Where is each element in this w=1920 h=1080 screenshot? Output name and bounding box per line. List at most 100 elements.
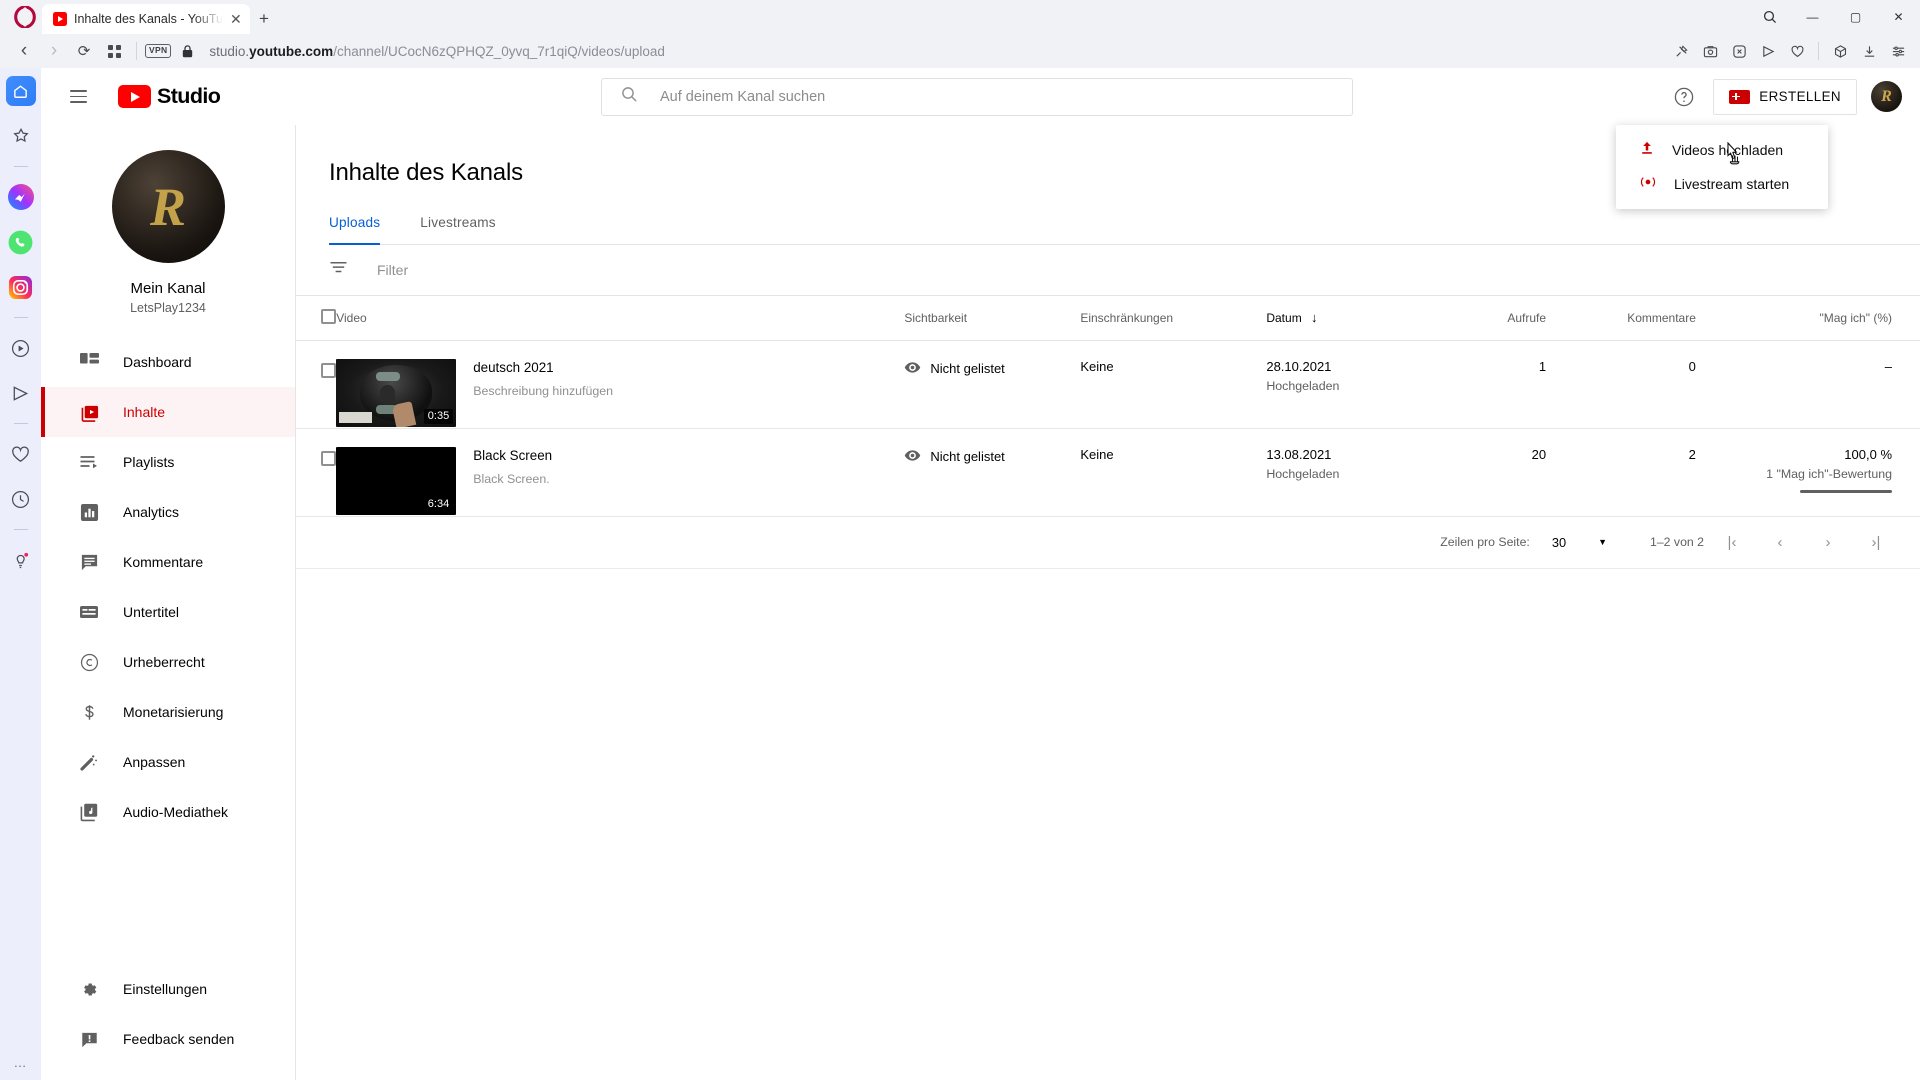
send-icon[interactable] bbox=[1754, 38, 1782, 64]
window-close-button[interactable]: ✕ bbox=[1877, 0, 1920, 34]
last-page-button[interactable]: ›| bbox=[1856, 522, 1896, 562]
tile-view-icon[interactable] bbox=[100, 38, 128, 64]
forward-icon[interactable]: › bbox=[40, 38, 68, 64]
tab-title: Inhalte des Kanals - YouTu bbox=[74, 12, 223, 26]
sidebar-item-label: Feedback senden bbox=[123, 1031, 235, 1047]
channel-handle: LetsPlay1234 bbox=[130, 301, 206, 315]
menu-item-upload-videos[interactable]: Videos hochladen bbox=[1616, 133, 1828, 167]
sidebar-item-playlists[interactable]: Playlists bbox=[41, 437, 295, 487]
help-icon[interactable] bbox=[1669, 82, 1699, 112]
menu-item-start-livestream[interactable]: Livestream starten bbox=[1616, 167, 1828, 201]
reload-icon[interactable]: ⟳ bbox=[70, 38, 98, 64]
create-button[interactable]: ERSTELLEN bbox=[1713, 78, 1857, 115]
sidebar-item-kommentare[interactable]: Kommentare bbox=[41, 537, 295, 587]
column-date[interactable]: Datum ↓ bbox=[1266, 296, 1443, 341]
channel-avatar[interactable]: R bbox=[111, 150, 225, 263]
first-page-button[interactable]: |‹ bbox=[1712, 522, 1752, 562]
chevron-down-icon[interactable]: ▼ bbox=[1598, 537, 1607, 547]
eye-icon bbox=[904, 359, 921, 379]
new-tab-button[interactable]: + bbox=[250, 4, 278, 34]
column-views[interactable]: Aufrufe bbox=[1442, 296, 1579, 341]
browser-tab[interactable]: Inhalte des Kanals - YouTu ✕ bbox=[42, 4, 250, 34]
back-icon[interactable]: ‹ bbox=[10, 38, 38, 64]
views-value: 20 bbox=[1531, 446, 1547, 462]
player-icon[interactable] bbox=[6, 333, 36, 363]
home-icon[interactable] bbox=[5, 76, 36, 106]
select-all-checkbox[interactable] bbox=[321, 308, 336, 324]
filter-placeholder[interactable]: Filter bbox=[377, 262, 408, 278]
maximize-button[interactable]: ▢ bbox=[1834, 0, 1877, 34]
heart-icon[interactable] bbox=[6, 439, 36, 469]
browser-search-icon[interactable] bbox=[1748, 0, 1791, 34]
comments-value: 0 bbox=[1688, 358, 1696, 374]
address-bar[interactable]: studio.youtube.com/channel/UCocN6zQPHQZ_… bbox=[203, 38, 1665, 64]
close-icon[interactable]: ✕ bbox=[230, 12, 242, 26]
sidebar-item-urheberrecht[interactable]: Urheberrecht bbox=[41, 637, 295, 687]
sidebar-item-feedback[interactable]: Feedback senden bbox=[41, 1014, 295, 1064]
copyright-icon bbox=[77, 650, 101, 674]
rows-per-page-value[interactable]: 30 bbox=[1552, 535, 1566, 550]
sidebar-item-inhalte[interactable]: Inhalte bbox=[41, 387, 295, 437]
sidebar-item-untertitel[interactable]: Untertitel bbox=[41, 587, 295, 637]
sidebar-item-audio-mediathek[interactable]: Audio-Mediathek bbox=[41, 787, 295, 837]
date-value: 13.08.2021 bbox=[1266, 446, 1332, 462]
divider bbox=[1818, 42, 1819, 60]
settings-lines-icon[interactable] bbox=[1884, 38, 1912, 64]
favorites-star-icon[interactable] bbox=[6, 121, 36, 151]
sidebar-item-label: Analytics bbox=[123, 504, 180, 520]
visibility-label: Nicht gelistet bbox=[930, 361, 1005, 376]
account-avatar[interactable]: R bbox=[1871, 81, 1902, 112]
search-input[interactable]: Auf deinem Kanal suchen bbox=[601, 77, 1353, 116]
sidebar-item-monetarisierung[interactable]: Monetarisierung bbox=[41, 687, 295, 737]
whatsapp-icon[interactable] bbox=[6, 227, 36, 257]
send-icon[interactable] bbox=[6, 378, 36, 408]
divider bbox=[13, 423, 28, 424]
column-visibility[interactable]: Sichtbarkeit bbox=[904, 296, 1081, 341]
video-cell: 0:35 deutsch 2021 Beschreibung hinzufüge… bbox=[336, 340, 905, 429]
heart-icon[interactable] bbox=[1783, 38, 1811, 64]
vpn-badge[interactable]: VPN bbox=[145, 44, 172, 58]
studio-logo[interactable]: Studio bbox=[118, 84, 221, 109]
video-title[interactable]: Black Screen bbox=[473, 447, 552, 464]
eye-icon bbox=[904, 447, 921, 467]
column-restrictions[interactable]: Einschränkungen bbox=[1080, 296, 1267, 341]
column-likes[interactable]: "Mag ich" (%) bbox=[1728, 296, 1920, 341]
browser-toolbar: ‹ › ⟳ VPN studio.youtube.com/channel/UCo… bbox=[0, 34, 1920, 68]
table-row[interactable]: 0:35 deutsch 2021 Beschreibung hinzufüge… bbox=[296, 340, 1920, 429]
video-title[interactable]: deutsch 2021 bbox=[473, 359, 613, 376]
video-description[interactable]: Beschreibung hinzufügen bbox=[473, 384, 613, 398]
sidebar-item-analytics[interactable]: Analytics bbox=[41, 487, 295, 537]
video-thumbnail[interactable]: 6:34 bbox=[336, 446, 457, 515]
download-icon[interactable] bbox=[1855, 38, 1883, 64]
video-description[interactable]: Black Screen. bbox=[473, 472, 552, 486]
studio-header: Studio Auf deinem Kanal suchen ERSTELLEN… bbox=[41, 68, 1920, 125]
hamburger-menu-icon[interactable] bbox=[58, 77, 98, 117]
instagram-icon[interactable] bbox=[6, 272, 36, 302]
prev-page-button[interactable]: ‹ bbox=[1760, 522, 1800, 562]
column-comments[interactable]: Kommentare bbox=[1578, 296, 1729, 341]
tab-livestreams[interactable]: Livestreams bbox=[406, 215, 509, 244]
sidebar-item-anpassen[interactable]: Anpassen bbox=[41, 737, 295, 787]
table-row[interactable]: 6:34 Black Screen Black Screen. Nicht ge… bbox=[296, 428, 1920, 517]
history-clock-icon[interactable] bbox=[6, 484, 36, 514]
row-checkbox[interactable] bbox=[321, 450, 336, 466]
column-video[interactable]: Video bbox=[336, 296, 905, 341]
sidebar-item-einstellungen[interactable]: Einstellungen bbox=[41, 964, 295, 1014]
tips-bulb-icon[interactable] bbox=[6, 545, 36, 575]
messenger-icon[interactable] bbox=[6, 182, 36, 212]
next-page-button[interactable]: › bbox=[1808, 522, 1848, 562]
row-checkbox[interactable] bbox=[321, 362, 336, 378]
lock-icon[interactable] bbox=[173, 38, 201, 64]
filter-icon[interactable] bbox=[329, 258, 348, 282]
adblock-icon[interactable] bbox=[1725, 38, 1753, 64]
package-icon[interactable] bbox=[1826, 38, 1854, 64]
snapshot-icon[interactable] bbox=[1696, 38, 1724, 64]
video-thumbnail[interactable]: 0:35 bbox=[336, 358, 457, 427]
window-controls: — ▢ ✕ bbox=[1748, 0, 1920, 34]
pin-icon[interactable] bbox=[1667, 38, 1695, 64]
tab-uploads[interactable]: Uploads bbox=[329, 215, 406, 245]
sidebar-item-dashboard[interactable]: Dashboard bbox=[41, 337, 295, 387]
sidebar-item-label: Kommentare bbox=[123, 554, 204, 570]
minimize-button[interactable]: — bbox=[1791, 0, 1834, 34]
opera-more-button[interactable]: … bbox=[14, 1055, 28, 1070]
